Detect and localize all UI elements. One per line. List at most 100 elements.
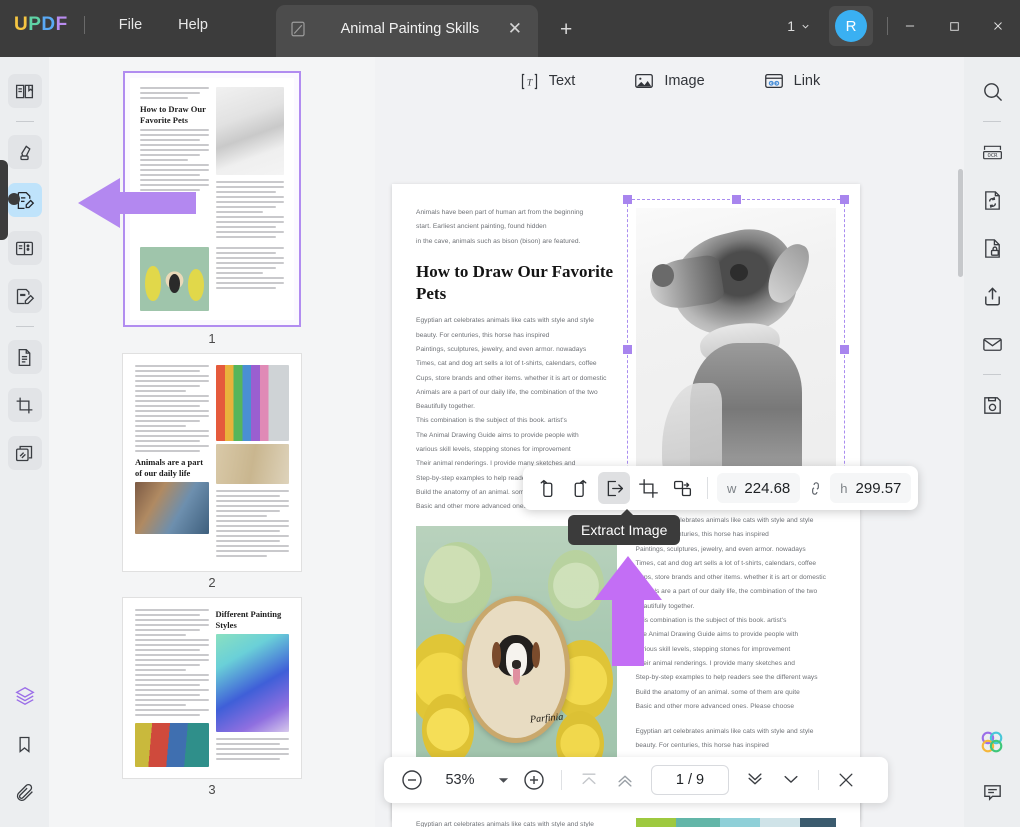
sidebar-item-save[interactable] bbox=[975, 388, 1009, 422]
resize-handle-top-right[interactable] bbox=[840, 195, 849, 204]
first-page-icon bbox=[582, 773, 596, 785]
new-tab-icon[interactable]: + bbox=[560, 18, 572, 42]
panel-collapse-dot[interactable] bbox=[8, 193, 20, 205]
viewer-scrollbar-track[interactable] bbox=[957, 114, 964, 827]
image-height-field[interactable]: h 299.57 bbox=[830, 473, 912, 503]
zoom-level-value[interactable]: 53% bbox=[432, 772, 488, 788]
sidebar-item-comments[interactable] bbox=[975, 775, 1009, 809]
thumbnail-page-2[interactable]: Animals are a part of our daily life bbox=[123, 354, 301, 571]
sidebar-item-batch[interactable] bbox=[7, 436, 42, 470]
selected-image-container[interactable] bbox=[622, 195, 849, 503]
image-width-field[interactable]: w 224.68 bbox=[717, 473, 801, 503]
sidebar-item-ai-assistant[interactable] bbox=[975, 725, 1009, 759]
right-line: Times, cat and dog art sells a lot of t-… bbox=[635, 559, 817, 567]
first-page-button[interactable] bbox=[573, 764, 605, 796]
tool-link[interactable]: Link bbox=[763, 70, 820, 92]
image-context-toolbar[interactable]: w 224.68 h 299.57 bbox=[523, 466, 919, 510]
right-rail-divider-2 bbox=[983, 374, 1001, 375]
replace-image-button[interactable] bbox=[666, 472, 698, 504]
resize-handle-middle-left[interactable] bbox=[622, 345, 632, 354]
prev-page-icon bbox=[618, 775, 632, 787]
tool-text[interactable]: T Text bbox=[519, 71, 575, 92]
crop-page-icon bbox=[16, 397, 33, 413]
sidebar-item-share[interactable] bbox=[975, 279, 1009, 313]
document-page-2[interactable]: Egyptian art celebrates animals like cat… bbox=[392, 800, 860, 827]
sidebar-item-fill-sign[interactable] bbox=[7, 279, 42, 313]
sidebar-item-annotate[interactable] bbox=[7, 135, 42, 169]
page2-left-column: Egyptian art celebrates animals like cat… bbox=[416, 818, 617, 827]
sidebar-item-crop-page[interactable] bbox=[7, 388, 42, 422]
right-line: Basic and other more advanced ones. Plea… bbox=[635, 702, 795, 710]
logo-letter-u: U bbox=[14, 13, 29, 35]
menu-help[interactable]: Help bbox=[160, 17, 226, 33]
extract-image-button[interactable] bbox=[598, 472, 630, 504]
body-line: Animals are a part of our daily life, th… bbox=[416, 388, 598, 396]
page-thumbnail-panel[interactable]: How to Draw Our Favorite Pets 1 Animals … bbox=[49, 57, 375, 827]
image-dog-pencil-sketch[interactable] bbox=[635, 208, 836, 490]
zoom-in-button[interactable] bbox=[518, 764, 550, 796]
next-page-button[interactable] bbox=[739, 764, 771, 796]
updf-application-window: U P D F File Help Animal Painting Skills… bbox=[0, 0, 1020, 827]
resize-handle-middle-right[interactable] bbox=[840, 345, 849, 354]
sidebar-item-bookmarks[interactable] bbox=[8, 727, 42, 761]
menu-file[interactable]: File bbox=[101, 17, 160, 33]
document-viewer[interactable]: T Text Image Link Animals have been part… bbox=[375, 57, 964, 827]
convert-file-icon bbox=[984, 190, 1000, 210]
viewer-scrollbar-thumb[interactable] bbox=[958, 169, 963, 277]
tool-image[interactable]: Image bbox=[633, 70, 705, 92]
sidebar-item-forms[interactable] bbox=[7, 340, 42, 374]
page2-image-palette bbox=[635, 818, 836, 827]
prev-page-button[interactable] bbox=[609, 764, 641, 796]
rail-divider-1 bbox=[15, 121, 34, 122]
zoom-out-button[interactable] bbox=[396, 764, 428, 796]
intro-line: in the cave, animals such as bison (biso… bbox=[416, 237, 581, 245]
sidebar-item-protect[interactable] bbox=[975, 231, 1009, 265]
user-avatar-button[interactable]: R bbox=[829, 6, 873, 46]
close-icon bbox=[994, 22, 1002, 30]
thumbnail-item[interactable]: Different Painting Styles 3 bbox=[49, 598, 375, 797]
sidebar-item-ocr[interactable]: OCR bbox=[975, 135, 1009, 169]
thumbnail-page-content: Animals are a part of our daily life bbox=[125, 356, 299, 569]
rotate-right-button[interactable] bbox=[564, 472, 596, 504]
share-upload-icon bbox=[984, 287, 1000, 305]
resize-handle-top-left[interactable] bbox=[622, 195, 632, 204]
sidebar-item-convert[interactable] bbox=[975, 183, 1009, 217]
body-line: Paintings, sculptures, jewelry, and even… bbox=[416, 345, 587, 353]
replace-image-icon bbox=[673, 480, 691, 496]
page-indicator[interactable]: 1 / 9 bbox=[651, 765, 729, 795]
minimize-button[interactable] bbox=[888, 0, 932, 52]
page2-right-column bbox=[635, 818, 836, 827]
page-navigation-bar[interactable]: 53% 1 / 9 bbox=[384, 757, 888, 803]
zoom-dropdown-button[interactable] bbox=[492, 775, 514, 786]
panel-collapse-handle[interactable] bbox=[0, 160, 8, 240]
width-label: w bbox=[727, 480, 737, 496]
body-line: The Animal Drawing Guide aims to provide… bbox=[416, 431, 579, 439]
last-page-button[interactable] bbox=[775, 764, 807, 796]
sidebar-item-layers[interactable] bbox=[8, 679, 42, 713]
aspect-ratio-lock-button[interactable] bbox=[802, 480, 828, 497]
form-document-icon bbox=[18, 348, 31, 366]
sidebar-item-email[interactable] bbox=[975, 327, 1009, 361]
lock-document-icon bbox=[984, 238, 1000, 258]
text-tool-icon: T bbox=[521, 73, 537, 89]
thumb-image-workspace bbox=[135, 482, 209, 535]
close-navbar-button[interactable] bbox=[830, 764, 862, 796]
right-line: Their animal renderings. I provide many … bbox=[635, 659, 795, 667]
sidebar-item-search[interactable] bbox=[975, 74, 1009, 108]
document-tab[interactable]: Animal Painting Skills ✕ bbox=[276, 5, 538, 57]
extract-image-tooltip: Extract Image bbox=[568, 509, 681, 545]
window-count-dropdown[interactable]: 1 bbox=[787, 18, 811, 34]
maximize-button[interactable] bbox=[932, 0, 976, 52]
logo-letter-f: F bbox=[55, 13, 68, 35]
intro-line: Animals have been part of human art from… bbox=[416, 209, 584, 216]
close-window-button[interactable] bbox=[976, 0, 1020, 52]
sidebar-item-reader-mode[interactable] bbox=[7, 74, 42, 108]
sidebar-item-attachments[interactable] bbox=[8, 775, 42, 809]
tab-close-icon[interactable]: ✕ bbox=[502, 19, 528, 39]
crop-image-button[interactable] bbox=[632, 472, 664, 504]
resize-handle-top-center[interactable] bbox=[731, 195, 741, 204]
sidebar-item-page-organize[interactable] bbox=[7, 231, 42, 265]
rotate-left-button[interactable] bbox=[530, 472, 562, 504]
thumbnail-page-3[interactable]: Different Painting Styles bbox=[123, 598, 301, 778]
thumbnail-item[interactable]: Animals are a part of our daily life 2 bbox=[49, 354, 375, 590]
